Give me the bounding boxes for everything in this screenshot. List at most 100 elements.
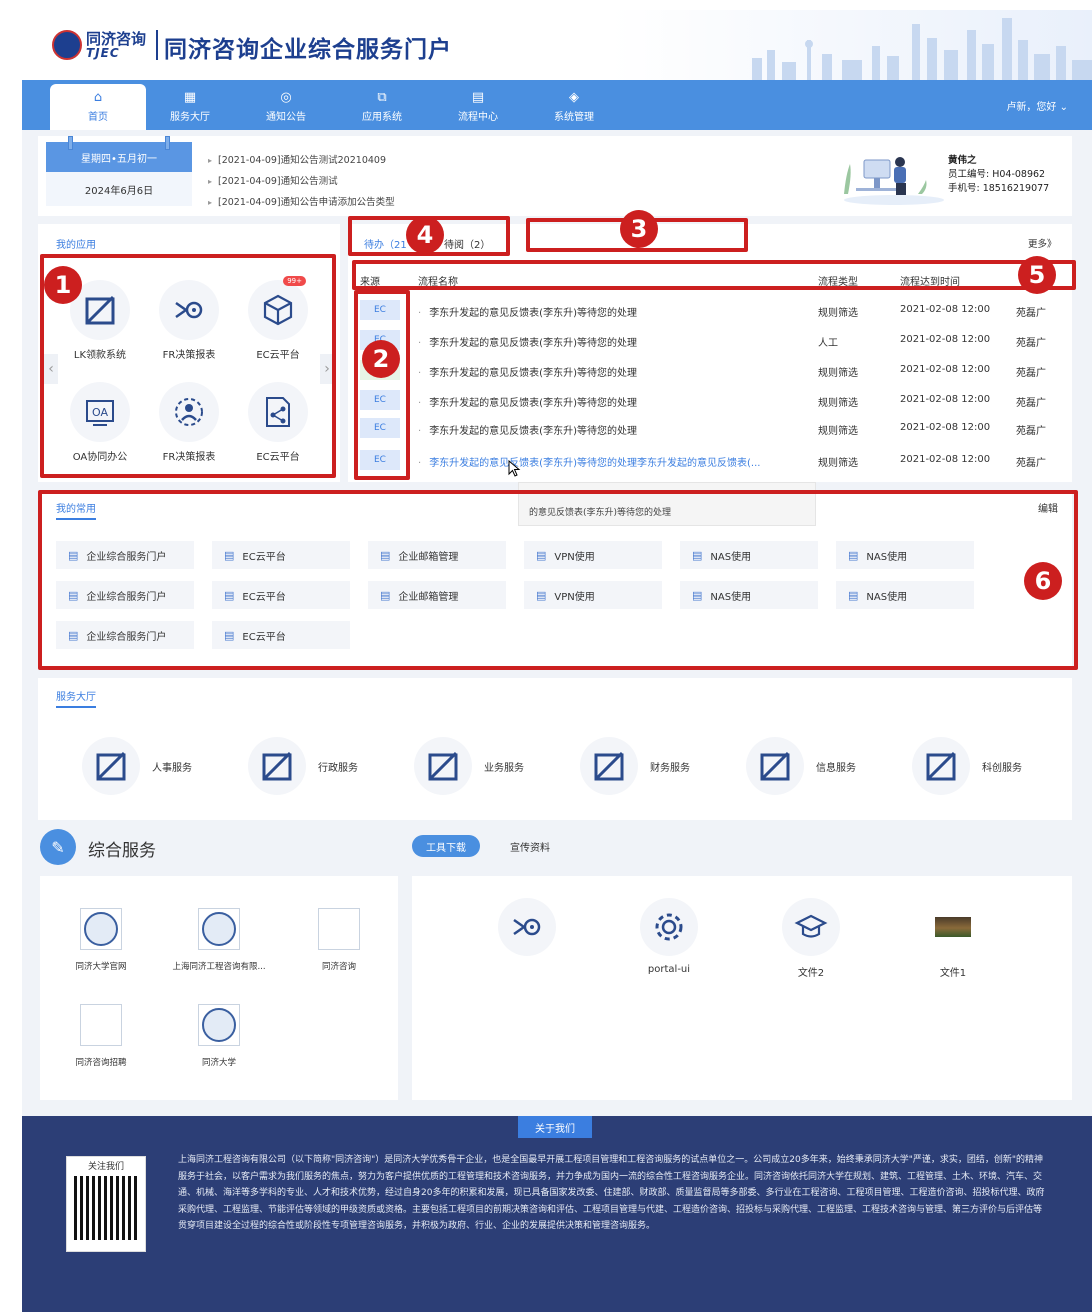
task-name[interactable]: 李东升发起的意见反馈表(李东升)等待您的处理 (418, 422, 637, 437)
site-header: 同济咨询 TJEC 同济咨询企业综合服务门户 (22, 10, 1092, 80)
annotation-box-1 (40, 254, 336, 478)
notice-item[interactable]: [2021-04-09]通知公告测试 (208, 173, 338, 187)
graduation-cap-icon (794, 914, 828, 938)
nav-tab-system[interactable]: ◈ 系统管理 (526, 84, 622, 130)
notice-item[interactable]: [2021-04-09]通知公告申请添加公告类型 (208, 194, 395, 208)
nav-tab-notices[interactable]: ◎ 通知公告 (238, 84, 334, 130)
company-logo[interactable]: 同济咨询 TJEC (52, 28, 152, 62)
service-hr[interactable]: 人事服务 (82, 736, 222, 796)
image-thumbnail-icon (935, 917, 971, 937)
link-tjec[interactable]: 同济咨询 (284, 908, 394, 972)
service-label: 业务服务 (484, 762, 524, 774)
nav-tab-service-hall[interactable]: ▦ 服务大厅 (142, 84, 238, 130)
city-skyline-illustration (752, 18, 1092, 80)
service-label: 财务服务 (650, 762, 690, 774)
service-label: 人事服务 (152, 762, 192, 774)
home-icon: ⌂ (93, 90, 103, 105)
tool-file-2[interactable]: 文件2 (766, 898, 856, 979)
profile-card: 黄伟之 员工编号: H04-08962 手机号: 18516219077 (948, 154, 1049, 196)
tools-panel: portal-ui 文件2 文件1 (412, 876, 1072, 1100)
service-icon (428, 751, 458, 781)
task-name[interactable]: 李东升发起的意见反馈表(李东升)等待您的处理 (418, 364, 637, 379)
annotation-marker-6: 6 (1024, 562, 1062, 600)
task-row[interactable]: 李东升发起的意见反馈表(李东升)等待您的处理 规则筛选 2021-02-08 1… (338, 358, 1046, 382)
task-owner: 苑磊广 (1016, 368, 1046, 379)
service-icon (760, 751, 790, 781)
link-recruitment[interactable]: 同济咨询招聘 (46, 1004, 156, 1068)
annotation-marker-5: 5 (1018, 256, 1056, 294)
comprehensive-service-icon: ✎ (40, 829, 76, 865)
task-type: 规则筛选 (818, 308, 858, 319)
main-nav: ⌂ 首页 ▦ 服务大厅 ◎ 通知公告 ⧉ 应用系统 ▤ 流程中心 ◈ 系统管理 … (22, 80, 1092, 130)
monitor-icon: ▤ (471, 90, 485, 105)
service-it[interactable]: 信息服务 (746, 736, 886, 796)
logo-cn-text: 同济咨询 (86, 29, 147, 48)
tool-fr[interactable] (482, 898, 572, 964)
task-time: 2021-02-08 12:00 (900, 334, 991, 345)
footer: 关于我们 关注我们 上海同济工程咨询有限公司（以下简称"同济咨询"）是同济大学优… (22, 1116, 1092, 1312)
service-hall-panel: 服务大厅 人事服务 行政服务 业务服务 财务服务 信息服务 科创服务 (38, 678, 1072, 820)
tool-label: 文件2 (797, 968, 825, 979)
qr-code-card: 关注我们 (66, 1156, 146, 1252)
annotation-box-6 (38, 490, 1078, 670)
link-tongji-univ[interactable]: 同济大学官网 (46, 908, 156, 972)
task-time: 2021-02-08 12:00 (900, 394, 991, 405)
nav-tab-workflow[interactable]: ▤ 流程中心 (430, 84, 526, 130)
task-time: 2021-02-08 12:00 (900, 454, 991, 465)
service-innovation[interactable]: 科创服务 (912, 736, 1052, 796)
nav-tab-label: 流程中心 (458, 112, 498, 123)
service-admin[interactable]: 行政服务 (248, 736, 388, 796)
tab-tool-download[interactable]: 工具下载 (412, 835, 480, 857)
task-type: 规则筛选 (818, 458, 858, 469)
service-business[interactable]: 业务服务 (414, 736, 554, 796)
task-name[interactable]: 李东升发起的意见反馈表(李东升)等待您的处理李东升发起的意见反馈表(... (418, 454, 760, 469)
about-us-tab[interactable]: 关于我们 (518, 1116, 592, 1138)
nav-tab-label: 系统管理 (554, 112, 594, 123)
links-panel: 同济大学官网 上海同济工程咨询有限... 同济咨询 同济咨询招聘 同济大学 (40, 876, 398, 1100)
nav-tab-home[interactable]: ⌂ 首页 (50, 84, 146, 130)
link-tongji[interactable]: 同济大学 (164, 1004, 274, 1068)
nav-tab-label: 通知公告 (266, 112, 306, 123)
link-label: 同济咨询 (321, 962, 356, 972)
annotation-marker-1: 1 (44, 266, 82, 304)
tool-portal-ui[interactable]: portal-ui (624, 898, 714, 975)
annotation-box-2 (354, 290, 410, 480)
portal-page: 同济咨询 TJEC 同济咨询企业综合服务门户 ⌂ 首页 ▦ 服务大厅 ◎ 通知公… (22, 10, 1092, 1312)
notice-item[interactable]: [2021-04-09]通知公告测试20210409 (208, 152, 386, 166)
task-name[interactable]: 李东升发起的意见反馈表(李东升)等待您的处理 (418, 334, 637, 349)
tab-promo-materials[interactable]: 宣传资料 (498, 835, 562, 857)
service-hall-title: 服务大厅 (56, 688, 96, 708)
qr-title: 关注我们 (87, 1162, 124, 1172)
nav-tab-label: 服务大厅 (170, 112, 210, 123)
service-finance[interactable]: 财务服务 (580, 736, 720, 796)
qr-code-icon (74, 1176, 138, 1240)
task-row[interactable]: EC 李东升发起的意见反馈表(李东升)等待您的处理 规则筛选 2021-02-0… (338, 388, 1046, 412)
task-row[interactable]: EC 李东升发起的意见反馈表(李东升)等待您的处理李东升发起的意见反馈表(...… (338, 448, 1046, 472)
task-row[interactable]: EC 李东升发起的意见反馈表(李东升)等待您的处理 规则筛选 2021-02-0… (338, 298, 1046, 322)
grid-icon: ▦ (183, 90, 197, 105)
calendar-widget: 星期四•五月初一 2024年6月6日 (46, 136, 192, 208)
task-name[interactable]: 李东升发起的意见反馈表(李东升)等待您的处理 (418, 394, 637, 409)
about-us-text: 上海同济工程咨询有限公司（以下简称"同济咨询"）是同济大学优秀骨干企业，也是全国… (178, 1155, 1045, 1231)
layers-icon: ◈ (569, 90, 579, 105)
more-link[interactable]: 更多》 (1028, 236, 1057, 250)
task-name[interactable]: 李东升发起的意见反馈表(李东升)等待您的处理 (418, 304, 637, 319)
fr-icon (513, 918, 541, 936)
task-owner: 苑磊广 (1016, 398, 1046, 409)
profile-name: 黄伟之 (948, 155, 977, 166)
user-menu[interactable]: 卢新，您好 ⌄ (1006, 98, 1068, 113)
task-time: 2021-02-08 12:00 (900, 364, 991, 375)
profile-employee-id: 员工编号: H04-08962 (948, 169, 1046, 180)
task-row[interactable]: EC 李东升发起的意见反馈表(李东升)等待您的处理 规则筛选 2021-02-0… (338, 416, 1046, 440)
task-row[interactable]: EC 李东升发起的意见反馈表(李东升)等待您的处理 人工 2021-02-08 … (338, 328, 1046, 352)
service-label: 行政服务 (318, 762, 358, 774)
service-icon (594, 751, 624, 781)
nav-tab-apps[interactable]: ⧉ 应用系统 (334, 84, 430, 130)
task-owner: 苑磊广 (1016, 426, 1046, 437)
tool-label: 文件1 (939, 968, 967, 979)
tool-file-1[interactable]: 文件1 (908, 898, 998, 979)
link-tjec-company[interactable]: 上海同济工程咨询有限... (164, 908, 274, 972)
service-label: 科创服务 (982, 762, 1022, 774)
tongji-seal-icon (84, 912, 118, 946)
info-bar: 星期四•五月初一 2024年6月6日 [2021-04-09]通知公告测试202… (38, 136, 1072, 216)
